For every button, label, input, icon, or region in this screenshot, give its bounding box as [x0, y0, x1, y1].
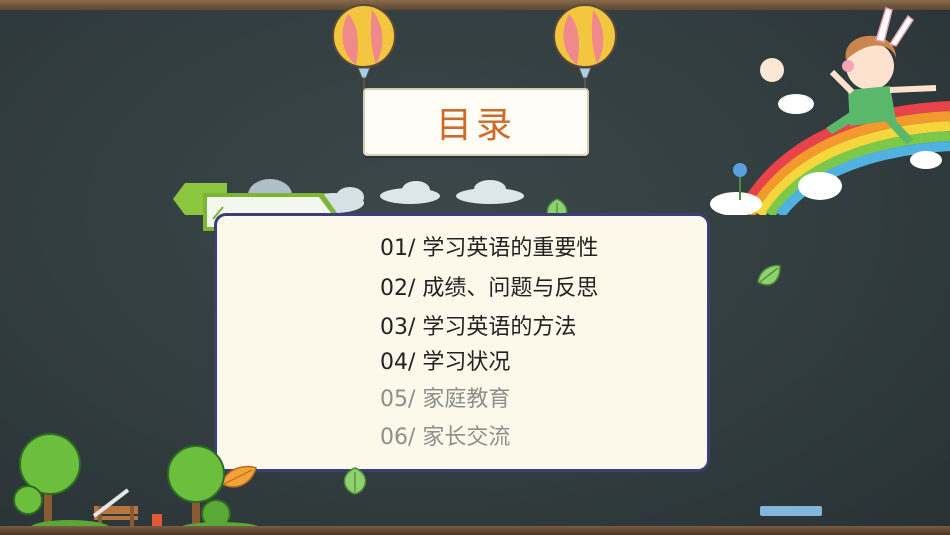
toc-item[interactable]: 06/ 家长交流 [380, 419, 620, 457]
chalk-eraser [760, 506, 822, 516]
balloon-icon [553, 4, 617, 90]
slide: 目录 01/ 学习英语的重要性 02/ 成绩、问题与反思 03/ 学习英语的方法… [0, 0, 950, 535]
toc-item[interactable]: 01/ 学习英语的重要性 [380, 229, 620, 269]
tree-icon [13, 433, 81, 530]
toc-item[interactable]: 03/ 学习英语的方法 [380, 311, 620, 345]
toc-list: 01/ 学习英语的重要性 02/ 成绩、问题与反思 03/ 学习英语的方法 04… [380, 229, 620, 457]
page-title: 目录 [435, 105, 516, 146]
leaf-icon [757, 264, 781, 286]
board-frame-bottom [0, 526, 950, 535]
playground-illustration [13, 433, 260, 530]
toc-item[interactable]: 05/ 家庭教育 [380, 381, 620, 419]
tree-icon [167, 445, 231, 530]
balloon-icon [332, 4, 396, 90]
leaf-icon [343, 467, 367, 495]
title-banner: 目录 [363, 88, 589, 156]
rainbow-girl-illustration [710, 7, 950, 215]
toc-item[interactable]: 04/ 学习状况 [380, 345, 620, 381]
toc-item[interactable]: 02/ 成绩、问题与反思 [380, 269, 620, 309]
cloud-icon [380, 180, 524, 204]
